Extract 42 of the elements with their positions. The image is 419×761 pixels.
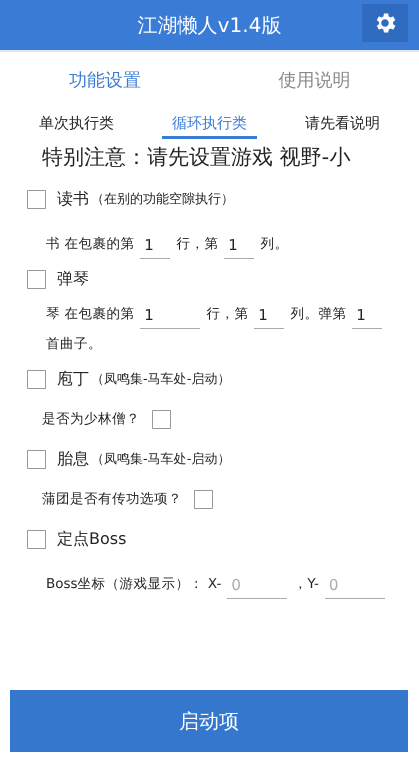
tab[interactable]: 使用说明 [210, 62, 419, 98]
checkbox[interactable] [27, 190, 46, 208]
field-label: Boss坐标（游戏显示）： X- [45, 575, 222, 594]
option-note: （在别的功能空隙执行） [91, 191, 234, 208]
input-field[interactable]: 1 [140, 232, 170, 259]
field-label: 行，第 [205, 305, 250, 324]
checkbox[interactable] [27, 370, 46, 388]
field-label: 列。 [259, 235, 290, 254]
option-note: （凤鸣集-马车处-启动） [91, 371, 230, 388]
tab[interactable]: 单次执行类 [29, 110, 124, 139]
option-label: 庖丁 [57, 368, 89, 390]
notice-text: 特别注意：请先设置游戏 视野-小 [42, 144, 352, 171]
input-field[interactable]: 1 [352, 302, 382, 329]
checkbox[interactable] [194, 490, 213, 508]
settings-button[interactable] [362, 4, 408, 42]
field-label: 琴 在包裹的第 [45, 305, 136, 324]
tab[interactable]: 功能设置 [0, 62, 210, 98]
tab[interactable]: 循环执行类 [162, 110, 257, 139]
input-field[interactable]: 0 [324, 572, 385, 599]
start-button[interactable]: 启动项 [10, 690, 408, 752]
option-label: 弹琴 [57, 268, 89, 290]
option-note: （凤鸣集-马车处-启动） [91, 451, 230, 468]
app-title: 江湖懒人v1.4版 [138, 12, 282, 38]
checkbox[interactable] [27, 530, 46, 548]
input-field[interactable]: 1 [224, 232, 254, 259]
question-label: 是否为少林僧？ [42, 410, 140, 428]
checkbox[interactable] [152, 410, 171, 428]
question-label: 蒲团是否有传功选项？ [42, 490, 182, 508]
option-label: 读书 [57, 188, 89, 210]
checkbox[interactable] [27, 450, 46, 468]
input-field[interactable]: 1 [254, 302, 284, 329]
field-label: ，Y- [292, 575, 320, 594]
option-label: 定点Boss [57, 528, 126, 550]
checkbox[interactable] [27, 270, 46, 288]
input-field[interactable]: 1 [140, 302, 200, 329]
tab[interactable]: 请先看说明 [295, 110, 390, 139]
field-label: 列。弹第 [289, 305, 348, 324]
field-label: 书 在包裹的第 [45, 235, 136, 254]
input-field[interactable]: 0 [227, 572, 288, 599]
field-label: 行，第 [175, 235, 220, 254]
field-label: 首曲子。 [45, 335, 103, 354]
option-label: 胎息 [57, 448, 89, 470]
